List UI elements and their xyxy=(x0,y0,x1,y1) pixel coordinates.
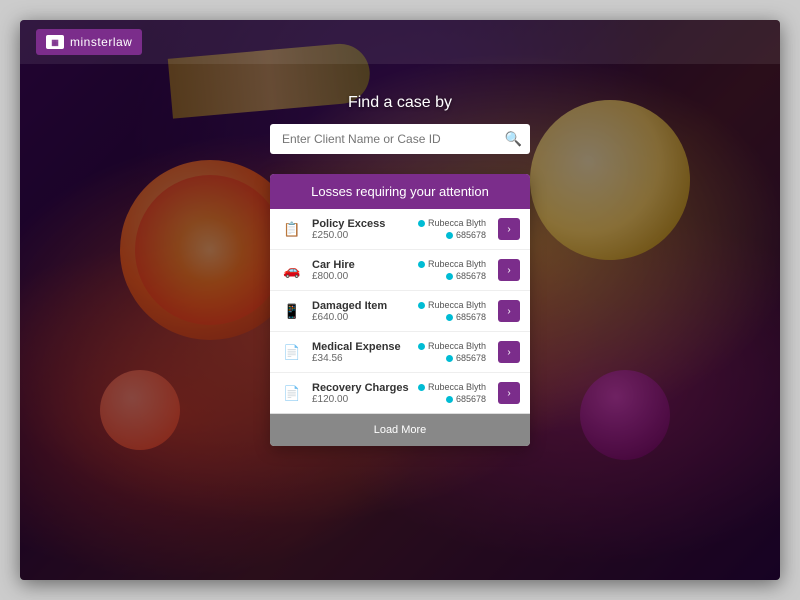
loss-info: Policy Excess £250.00 xyxy=(312,218,410,241)
assignee-name-row: Rubecca Blyth xyxy=(418,382,486,392)
screen: ▦ minsterlaw Find a case by 🔍 Losses req… xyxy=(20,20,780,580)
assignee-dot xyxy=(418,261,425,268)
assignee-name: Rubecca Blyth xyxy=(428,300,486,310)
loss-item: 🚗 Car Hire £800.00 Rubecca Blyth 685678 … xyxy=(270,250,530,291)
loss-amount: £120.00 xyxy=(312,394,410,405)
loss-name: Damaged Item xyxy=(312,300,410,312)
chevron-right-icon: › xyxy=(507,306,510,317)
assignee-name-row: Rubecca Blyth xyxy=(418,218,486,228)
assignee-id-row: 685678 xyxy=(446,271,486,281)
loss-type-icon: 📱 xyxy=(280,299,304,323)
loss-assignee: Rubecca Blyth 685678 xyxy=(418,218,486,240)
logo: ▦ minsterlaw xyxy=(36,29,142,55)
assignee-dot xyxy=(418,343,425,350)
loss-name: Car Hire xyxy=(312,259,410,271)
assignee-id: 685678 xyxy=(456,271,486,281)
search-box: 🔍 xyxy=(270,124,530,154)
chevron-right-icon: › xyxy=(507,224,510,235)
loss-type-icon: 📄 xyxy=(280,340,304,364)
search-icon: 🔍 xyxy=(505,131,522,148)
assignee-id-dot xyxy=(446,314,453,321)
loss-amount: £250.00 xyxy=(312,230,410,241)
assignee-id-row: 685678 xyxy=(446,312,486,322)
assignee-name-row: Rubecca Blyth xyxy=(418,341,486,351)
header: ▦ minsterlaw xyxy=(20,20,780,64)
loss-type-icon: 📄 xyxy=(280,381,304,405)
loss-name: Recovery Charges xyxy=(312,382,410,394)
chevron-right-icon: › xyxy=(507,265,510,276)
loss-action-button[interactable]: › xyxy=(498,382,520,404)
loss-type-icon: 🚗 xyxy=(280,258,304,282)
panel-header: Losses requiring your attention xyxy=(270,174,530,209)
loss-action-button[interactable]: › xyxy=(498,218,520,240)
find-title: Find a case by xyxy=(348,94,452,112)
assignee-dot xyxy=(418,384,425,391)
assignee-id-dot xyxy=(446,355,453,362)
assignee-id-row: 685678 xyxy=(446,230,486,240)
assignee-name-row: Rubecca Blyth xyxy=(418,259,486,269)
assignee-name: Rubecca Blyth xyxy=(428,218,486,228)
losses-panel: Losses requiring your attention 📋 Policy… xyxy=(270,174,530,446)
loss-name: Medical Expense xyxy=(312,341,410,353)
loss-action-button[interactable]: › xyxy=(498,259,520,281)
assignee-id-dot xyxy=(446,396,453,403)
loss-info: Damaged Item £640.00 xyxy=(312,300,410,323)
loss-info: Car Hire £800.00 xyxy=(312,259,410,282)
losses-list: 📋 Policy Excess £250.00 Rubecca Blyth 68… xyxy=(270,209,530,413)
loss-amount: £640.00 xyxy=(312,312,410,323)
loss-action-button[interactable]: › xyxy=(498,341,520,363)
assignee-dot xyxy=(418,220,425,227)
main-content: Find a case by 🔍 Losses requiring your a… xyxy=(20,64,780,580)
assignee-id-row: 685678 xyxy=(446,394,486,404)
loss-item: 📄 Recovery Charges £120.00 Rubecca Blyth… xyxy=(270,373,530,413)
loss-action-button[interactable]: › xyxy=(498,300,520,322)
assignee-id: 685678 xyxy=(456,394,486,404)
assignee-name-row: Rubecca Blyth xyxy=(418,300,486,310)
load-more-button[interactable]: Load More xyxy=(270,413,530,446)
assignee-name: Rubecca Blyth xyxy=(428,341,486,351)
assignee-dot xyxy=(418,302,425,309)
search-input[interactable] xyxy=(270,124,530,154)
loss-item: 📄 Medical Expense £34.56 Rubecca Blyth 6… xyxy=(270,332,530,373)
loss-assignee: Rubecca Blyth 685678 xyxy=(418,300,486,322)
loss-info: Medical Expense £34.56 xyxy=(312,341,410,364)
loss-assignee: Rubecca Blyth 685678 xyxy=(418,341,486,363)
loss-amount: £800.00 xyxy=(312,271,410,282)
assignee-id-row: 685678 xyxy=(446,353,486,363)
loss-name: Policy Excess xyxy=(312,218,410,230)
logo-text: minsterlaw xyxy=(70,35,132,49)
chevron-right-icon: › xyxy=(507,347,510,358)
assignee-id: 685678 xyxy=(456,353,486,363)
loss-info: Recovery Charges £120.00 xyxy=(312,382,410,405)
assignee-id: 685678 xyxy=(456,230,486,240)
loss-item: 📋 Policy Excess £250.00 Rubecca Blyth 68… xyxy=(270,209,530,250)
assignee-id-dot xyxy=(446,273,453,280)
logo-icon: ▦ xyxy=(46,35,64,49)
assignee-id: 685678 xyxy=(456,312,486,322)
loss-item: 📱 Damaged Item £640.00 Rubecca Blyth 685… xyxy=(270,291,530,332)
assignee-name: Rubecca Blyth xyxy=(428,259,486,269)
loss-type-icon: 📋 xyxy=(280,217,304,241)
loss-amount: £34.56 xyxy=(312,353,410,364)
loss-assignee: Rubecca Blyth 685678 xyxy=(418,382,486,404)
chevron-right-icon: › xyxy=(507,388,510,399)
assignee-id-dot xyxy=(446,232,453,239)
assignee-name: Rubecca Blyth xyxy=(428,382,486,392)
loss-assignee: Rubecca Blyth 685678 xyxy=(418,259,486,281)
